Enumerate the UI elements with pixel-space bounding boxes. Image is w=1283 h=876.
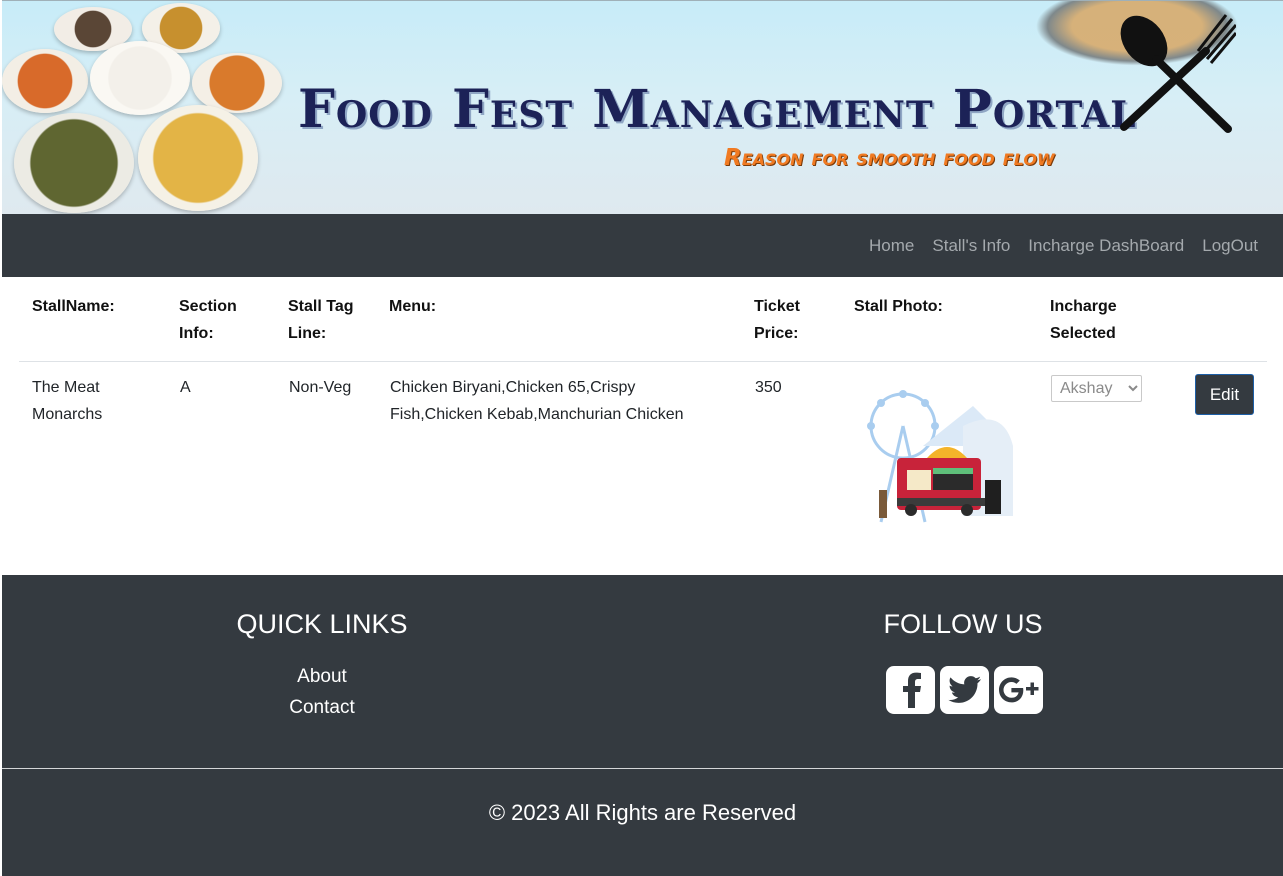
header-section-info: Section Info: xyxy=(166,277,275,362)
twitter-icon[interactable] xyxy=(940,666,989,714)
twitter-glyph xyxy=(947,676,981,703)
menu-cell: Chicken Biryani,Chicken 65,Crispy Fish,C… xyxy=(390,379,684,423)
header-stall-photo: Stall Photo: xyxy=(841,277,1037,362)
table-row: The Meat Monarchs A Non-Veg Chicken Biry… xyxy=(19,360,1267,550)
quick-links-title: QUICK LINKS xyxy=(236,609,408,639)
dish-image xyxy=(2,49,88,113)
header-banner: Food Fest Management Portal Reason for s… xyxy=(2,0,1283,214)
footer-link-contact[interactable]: Contact xyxy=(222,697,422,719)
follow-us-title: FOLLOW US xyxy=(883,609,1043,639)
footer-link-about[interactable]: About xyxy=(222,666,422,688)
navbar: Home Stall's Info Incharge DashBoard Log… xyxy=(2,214,1283,277)
footer-divider xyxy=(2,768,1283,769)
banner-title: Food Fest Management Portal xyxy=(298,79,1137,140)
footer: QUICK LINKS About Contact FOLLOW US © 20… xyxy=(2,575,1283,876)
edit-button[interactable]: Edit xyxy=(1195,374,1254,415)
nav-links: Home Stall's Info Incharge DashBoard Log… xyxy=(851,214,1258,277)
page: Food Fest Management Portal Reason for s… xyxy=(0,0,1283,876)
incharge-select[interactable]: Akshay xyxy=(1051,375,1142,402)
header-stall-name: StallName: xyxy=(19,277,166,362)
section-cell: A xyxy=(180,379,191,396)
google-plus-glyph xyxy=(998,677,1038,703)
tag-line-cell: Non-Veg xyxy=(289,379,352,396)
stall-table: StallName: Section Info: Stall Tag Line:… xyxy=(19,277,1267,362)
nav-logout[interactable]: LogOut xyxy=(1202,236,1258,256)
nav-incharge-dashboard[interactable]: Incharge DashBoard xyxy=(1028,236,1184,256)
header-actions xyxy=(1181,277,1267,362)
table-header-row: StallName: Section Info: Stall Tag Line:… xyxy=(19,277,1267,362)
facebook-icon[interactable] xyxy=(886,666,935,714)
social-links xyxy=(886,666,1043,714)
dish-image xyxy=(14,113,134,213)
dish-image xyxy=(90,41,190,115)
header-incharge-selected: Incharge Selected xyxy=(1037,277,1181,362)
header-tag-line: Stall Tag Line: xyxy=(275,277,376,362)
stall-photo xyxy=(867,390,1013,523)
stall-name-cell: The Meat Monarchs xyxy=(32,379,103,423)
facebook-glyph xyxy=(902,672,921,708)
google-plus-icon[interactable] xyxy=(994,666,1043,714)
fork-spoon-icon xyxy=(1120,14,1236,133)
copyright-text: © 2023 All Rights are Reserved xyxy=(488,800,797,825)
header-ticket-price: Ticket Price: xyxy=(741,277,841,362)
dish-image xyxy=(192,53,282,113)
ticket-price-cell: 350 xyxy=(755,379,782,396)
banner-subtitle: Reason for smooth food flow xyxy=(724,145,1055,171)
header-menu: Menu: xyxy=(376,277,741,362)
nav-stalls-info[interactable]: Stall's Info xyxy=(932,236,1010,256)
dish-image xyxy=(138,105,258,211)
nav-home[interactable]: Home xyxy=(869,236,914,256)
